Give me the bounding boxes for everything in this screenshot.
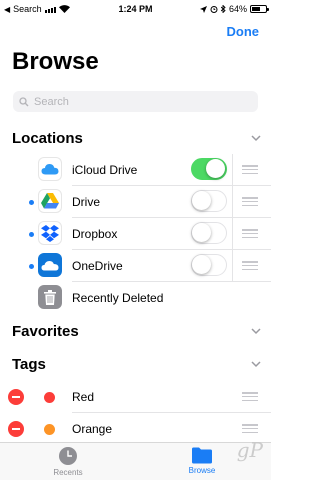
reorder-handle-icon[interactable]	[242, 229, 258, 238]
divider	[232, 186, 233, 218]
onedrive-icon	[38, 253, 62, 277]
tag-color-dot	[44, 392, 55, 403]
tag-label: Orange	[72, 422, 113, 436]
status-bar: ◀ Search 1:24 PM 64%	[0, 0, 271, 18]
toggle-knob	[192, 223, 211, 242]
chevron-down-icon[interactable]	[250, 132, 262, 144]
location-row-icloud-drive[interactable]: iCloud Drive	[0, 154, 271, 186]
toggle-knob	[192, 255, 211, 274]
delete-tag-button[interactable]	[8, 421, 24, 437]
toggle-knob	[206, 159, 225, 178]
tag-color-dot	[44, 424, 55, 435]
done-button[interactable]: Done	[227, 24, 260, 39]
tag-row-red[interactable]: Red	[0, 381, 271, 413]
tab-recents[interactable]: Recents	[28, 446, 108, 477]
google-drive-icon	[38, 189, 62, 213]
reorder-handle-icon[interactable]	[242, 261, 258, 270]
favorites-title: Favorites	[12, 322, 79, 340]
location-label: Drive	[72, 195, 101, 209]
reorder-handle-icon[interactable]	[242, 197, 258, 206]
tab-browse[interactable]: Browse	[162, 446, 242, 475]
battery-icon	[250, 5, 269, 13]
divider	[232, 154, 233, 186]
new-indicator-dot	[29, 232, 34, 237]
delete-tag-button[interactable]	[8, 389, 24, 405]
reorder-handle-icon[interactable]	[242, 165, 258, 174]
new-indicator-dot	[29, 264, 34, 269]
tag-row-orange[interactable]: Orange	[0, 413, 271, 445]
tab-bar: Recents Browse	[0, 442, 271, 480]
chevron-down-icon[interactable]	[250, 358, 262, 370]
location-arrow-icon	[199, 5, 207, 13]
location-toggle[interactable]	[191, 158, 227, 180]
location-row-drive[interactable]: Drive	[0, 186, 271, 218]
chevron-right-icon[interactable]	[250, 325, 262, 337]
location-label: Recently Deleted	[72, 291, 164, 305]
page-title: Browse	[12, 48, 99, 75]
search-icon	[19, 96, 29, 106]
bluetooth-icon	[220, 5, 226, 13]
reorder-handle-icon[interactable]	[242, 392, 258, 401]
status-right: 64%	[199, 4, 269, 14]
divider	[232, 250, 233, 282]
favorites-header[interactable]: Favorites	[12, 320, 262, 342]
location-row-onedrive[interactable]: OneDrive	[0, 250, 271, 282]
locations-header[interactable]: Locations	[12, 127, 262, 149]
battery-percent: 64%	[228, 4, 247, 14]
location-label: iCloud Drive	[72, 163, 138, 177]
trash-icon	[38, 285, 62, 309]
tab-label: Browse	[188, 466, 216, 475]
watermark-logo: gP	[236, 438, 263, 462]
location-label: OneDrive	[72, 259, 123, 273]
folder-icon	[192, 447, 212, 464]
location-toggle[interactable]	[191, 222, 227, 244]
tag-label: Red	[72, 390, 95, 404]
location-row-dropbox[interactable]: Dropbox	[0, 218, 271, 250]
toggle-knob	[192, 191, 211, 210]
locations-title: Locations	[12, 129, 83, 147]
reorder-handle-icon[interactable]	[242, 424, 258, 433]
location-row-recently-deleted[interactable]: Recently Deleted	[0, 282, 271, 314]
icloud-icon	[38, 157, 62, 181]
clock-icon	[59, 447, 77, 465]
location-label: Dropbox	[72, 227, 118, 241]
tags-title: Tags	[12, 355, 46, 373]
search-bar[interactable]	[13, 91, 258, 112]
search-input[interactable]	[34, 95, 234, 108]
location-toggle[interactable]	[191, 254, 227, 276]
tags-header[interactable]: Tags	[12, 353, 262, 375]
new-indicator-dot	[29, 200, 34, 205]
location-toggle[interactable]	[191, 190, 227, 212]
alarm-icon	[210, 6, 218, 13]
tab-label: Recents	[53, 468, 83, 477]
dropbox-icon	[38, 221, 62, 245]
divider	[232, 218, 233, 250]
